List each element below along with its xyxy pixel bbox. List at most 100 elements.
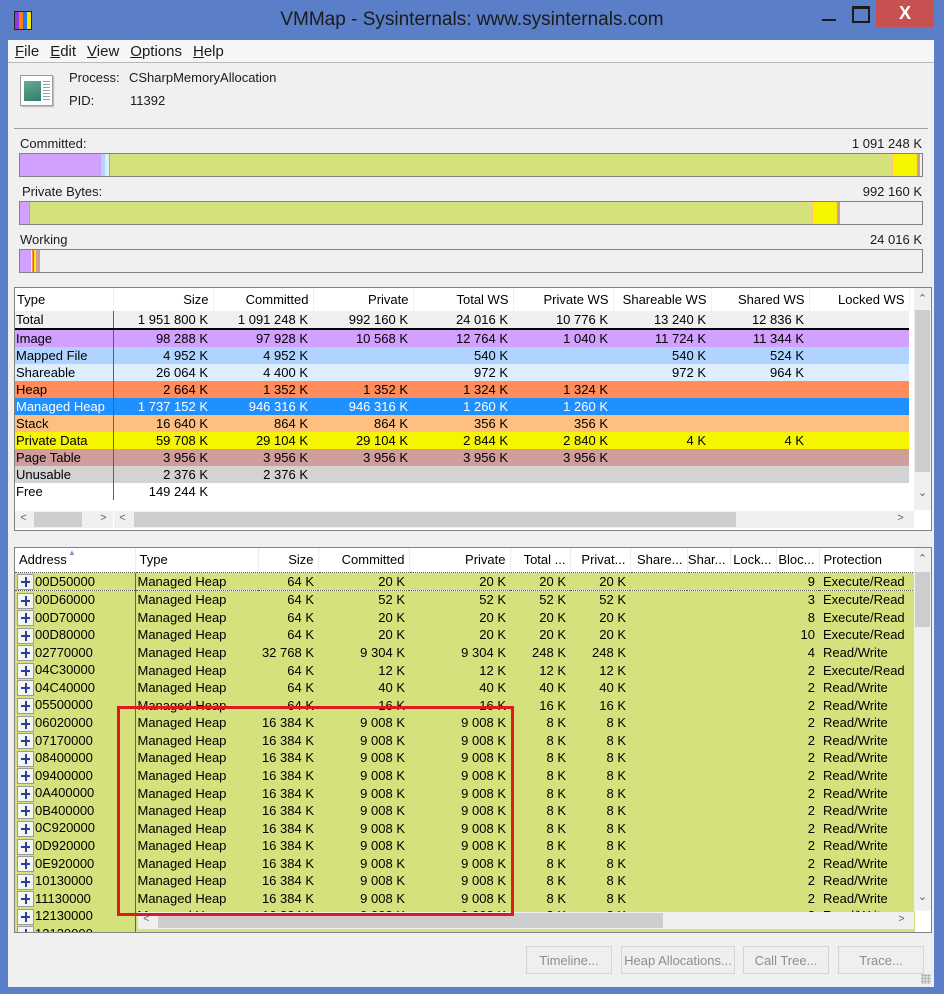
column-header-private-ws[interactable]: Private WS xyxy=(513,288,614,311)
column-header-private[interactable]: Private xyxy=(409,548,511,572)
column-header-type[interactable]: Type xyxy=(135,548,259,572)
timeline-button[interactable]: Timeline... xyxy=(526,946,612,974)
scroll-up-icon[interactable]: ⌃ xyxy=(914,292,931,305)
address-row[interactable]: 0B400000 Managed Heap 16 384 K9 008 K9 008… xyxy=(15,801,915,820)
column-header-locked-ws[interactable]: Locked WS xyxy=(809,288,910,311)
scroll-thumb[interactable] xyxy=(158,913,663,928)
expand-plus-icon[interactable] xyxy=(17,768,34,785)
address-row[interactable]: 10130000 Managed Heap 16 384 K9 008 K9 008… xyxy=(15,872,915,890)
type-row-free[interactable]: Free 149 244 K xyxy=(15,483,909,500)
address-row[interactable]: 00D50000 Managed Heap 64 K 20 K 20 K 20 K 20 K… xyxy=(15,571,915,592)
address-row[interactable]: 02770000 Managed Heap 32 768 K9 304 K9 304… xyxy=(15,643,915,662)
column-header-lock[interactable]: Lock... xyxy=(730,548,777,572)
type-row-mapped-file[interactable]: Mapped File 4 952 K4 952 K 540 K 540 K 524 K xyxy=(15,347,909,364)
column-header-shared-ws[interactable]: Shared WS xyxy=(711,288,810,311)
type-row-shareable[interactable]: Shareable 26 064 K4 400 K 972 K 972 K 964 K xyxy=(15,364,909,381)
type-row-unusable[interactable]: Unusable 2 376 K2 376 K xyxy=(15,466,909,483)
address-row[interactable]: 0C920000 Managed Heap 16 384 K9 008 K9 008… xyxy=(15,819,915,837)
column-header-share[interactable]: Share... xyxy=(630,548,688,572)
call-tree-button[interactable]: Call Tree... xyxy=(743,946,829,974)
menu-options[interactable]: Options xyxy=(130,43,182,60)
expand-plus-icon[interactable] xyxy=(17,838,34,855)
expand-plus-icon[interactable] xyxy=(17,908,34,925)
menu-edit[interactable]: Edit xyxy=(50,43,76,60)
expand-plus-icon[interactable] xyxy=(17,785,34,802)
expand-plus-icon[interactable] xyxy=(17,891,34,908)
resize-grip[interactable] xyxy=(921,974,931,984)
column-header-committed[interactable]: Committed xyxy=(318,548,410,572)
scroll-left-icon[interactable]: < xyxy=(15,512,32,524)
column-header-shareable-ws[interactable]: Shareable WS xyxy=(613,288,712,311)
address-row[interactable]: 0E920000 Managed Heap 16 384 K9 008 K9 008… xyxy=(15,854,915,873)
minimize-button[interactable] xyxy=(812,0,846,28)
expand-plus-icon[interactable] xyxy=(17,680,34,697)
scroll-right-icon[interactable]: > xyxy=(95,512,112,524)
column-header-shar[interactable]: Shar... xyxy=(687,548,731,572)
column-header-total[interactable]: Total ... xyxy=(510,548,571,572)
column-header-bloc[interactable]: Bloc... xyxy=(776,548,820,572)
detail-grid-vertical-scrollbar[interactable]: ⌃ ⌄ xyxy=(914,548,931,911)
expand-plus-icon[interactable] xyxy=(17,627,34,644)
expand-plus-icon[interactable] xyxy=(17,733,34,750)
scroll-right-icon[interactable]: > xyxy=(893,913,910,925)
type-row-total[interactable]: Total 1 951 800 K1 091 248 K 992 160 K 24 0… xyxy=(15,311,909,330)
address-row[interactable]: 05500000 Managed Heap 64 K 16 K 16 K 16 K 16 K… xyxy=(15,696,915,714)
address-row[interactable]: 08400000 Managed Heap 16 384 K9 008 K9 008… xyxy=(15,749,915,767)
expand-plus-icon[interactable] xyxy=(17,610,34,627)
heap-allocations-button[interactable]: Heap Allocations... xyxy=(621,946,735,974)
expand-plus-icon[interactable] xyxy=(17,926,34,932)
column-header-total-ws[interactable]: Total WS xyxy=(413,288,514,311)
column-header-size[interactable]: Size xyxy=(258,548,319,572)
type-row-managed-heap[interactable]: Managed Heap 1 737 152 K 946 316 K 946 316 … xyxy=(15,398,909,415)
address-row[interactable]: 0A400000 Managed Heap 16 384 K9 008 K9 008… xyxy=(15,784,915,802)
column-header-privat[interactable]: Privat... xyxy=(570,548,631,572)
detail-grid-horizontal-scrollbar[interactable]: < > xyxy=(138,912,914,929)
expand-plus-icon[interactable] xyxy=(17,592,34,609)
address-row[interactable]: 07170000 Managed Heap 16 384 K9 008 K9 008… xyxy=(15,731,915,750)
address-row[interactable]: 00D80000 Managed Heap 64 K 20 K 20 K 20 K 20 K… xyxy=(15,626,915,644)
scroll-thumb[interactable] xyxy=(134,512,736,527)
type-row-image[interactable]: Image 98 288 K 97 928 K 10 568 K 12 764 K1 0… xyxy=(15,329,909,347)
type-row-stack[interactable]: Stack 16 640 K 864 K 864 K 356 K 356 K xyxy=(15,415,909,432)
scroll-up-icon[interactable]: ⌃ xyxy=(914,552,931,565)
trace-button[interactable]: Trace... xyxy=(838,946,924,974)
column-header-private[interactable]: Private xyxy=(313,288,414,311)
type-row-private-data[interactable]: Private Data 59 708 K 29 104 K 29 104 K2 84… xyxy=(15,432,909,449)
column-header-address[interactable]: Address ▲ xyxy=(15,548,136,572)
type-row-heap[interactable]: Heap 2 664 K1 352 K1 352 K1 324 K1 324 K xyxy=(15,381,909,398)
address-row[interactable]: 06020000 Managed Heap 16 384 K9 008 K9 008… xyxy=(15,714,915,732)
expand-plus-icon[interactable] xyxy=(17,574,34,590)
expand-plus-icon[interactable] xyxy=(17,856,34,873)
address-row[interactable]: 00D70000 Managed Heap 64 K 20 K 20 K 20 K 20 K… xyxy=(15,608,915,627)
expand-plus-icon[interactable] xyxy=(17,820,34,837)
type-row-page-table[interactable]: Page Table 3 956 K3 956 K3 956 K3 956 K3 … xyxy=(15,449,909,466)
expand-plus-icon[interactable] xyxy=(17,662,34,679)
scroll-thumb[interactable] xyxy=(915,572,930,627)
scroll-left-icon[interactable]: < xyxy=(138,913,155,925)
scroll-down-icon[interactable]: ⌄ xyxy=(914,890,931,903)
scroll-thumb[interactable] xyxy=(34,512,82,527)
column-header-size[interactable]: Size xyxy=(113,288,214,311)
menu-file[interactable]: File xyxy=(15,43,39,60)
scroll-left-icon[interactable]: < xyxy=(114,512,131,524)
scroll-thumb[interactable] xyxy=(915,310,930,472)
column-header-type[interactable]: Type xyxy=(15,288,114,311)
expand-plus-icon[interactable] xyxy=(17,873,34,890)
pane-splitter[interactable] xyxy=(14,533,928,547)
expand-plus-icon[interactable] xyxy=(17,715,34,732)
address-row[interactable]: 00D60000 Managed Heap 64 K 52 K 52 K 52 K 52 K… xyxy=(15,590,915,609)
column-header-committed[interactable]: Committed xyxy=(213,288,314,311)
address-row[interactable]: 09400000 Managed Heap 16 384 K9 008 K9 008… xyxy=(15,766,915,785)
close-button[interactable]: X xyxy=(876,0,934,27)
menu-help[interactable]: Help xyxy=(193,43,224,60)
address-row[interactable]: 04C40000 Managed Heap 64 K 40 K 40 K 40 K 40 K… xyxy=(15,678,915,697)
type-grid-vertical-scrollbar[interactable]: ⌃ ⌄ xyxy=(914,288,931,510)
column-header-protection[interactable]: Protection xyxy=(819,548,916,572)
expand-plus-icon[interactable] xyxy=(17,803,34,820)
address-row[interactable]: 04C30000 Managed Heap 64 K 12 K 12 K 12 K 12 K… xyxy=(15,661,915,679)
scroll-right-icon[interactable]: > xyxy=(892,512,909,524)
expand-plus-icon[interactable] xyxy=(17,698,34,714)
address-row[interactable]: 0D920000 Managed Heap 16 384 K9 008 K9 008… xyxy=(15,836,915,855)
type-column-horizontal-scrollbar[interactable]: < > xyxy=(15,511,113,528)
type-grid-horizontal-scrollbar[interactable]: < > xyxy=(114,511,914,528)
